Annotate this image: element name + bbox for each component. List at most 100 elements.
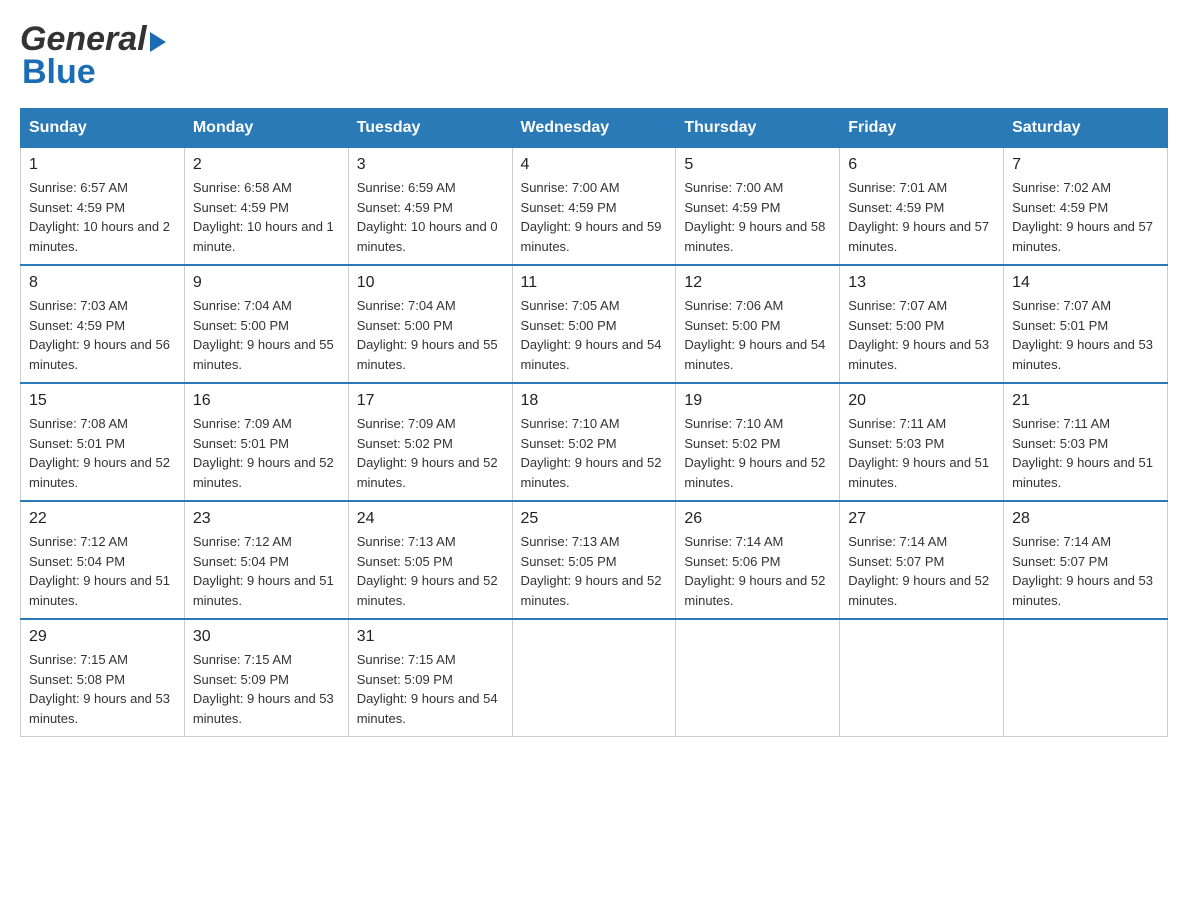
calendar-table: SundayMondayTuesdayWednesdayThursdayFrid… [20,108,1168,737]
calendar-cell: 26 Sunrise: 7:14 AMSunset: 5:06 PMDaylig… [676,501,840,619]
day-info: Sunrise: 7:12 AMSunset: 5:04 PMDaylight:… [193,532,340,610]
day-info: Sunrise: 7:09 AMSunset: 5:02 PMDaylight:… [357,414,504,492]
calendar-cell: 14 Sunrise: 7:07 AMSunset: 5:01 PMDaylig… [1004,265,1168,383]
day-info: Sunrise: 7:15 AMSunset: 5:09 PMDaylight:… [193,650,340,728]
calendar-cell: 2 Sunrise: 6:58 AMSunset: 4:59 PMDayligh… [184,148,348,266]
day-number: 19 [684,392,831,410]
day-info: Sunrise: 7:15 AMSunset: 5:09 PMDaylight:… [357,650,504,728]
day-info: Sunrise: 7:05 AMSunset: 5:00 PMDaylight:… [521,296,668,374]
day-number: 15 [29,392,176,410]
calendar-cell: 9 Sunrise: 7:04 AMSunset: 5:00 PMDayligh… [184,265,348,383]
header-wednesday: Wednesday [512,109,676,148]
calendar-week-row: 29 Sunrise: 7:15 AMSunset: 5:08 PMDaylig… [21,619,1168,737]
day-info: Sunrise: 7:13 AMSunset: 5:05 PMDaylight:… [521,532,668,610]
day-info: Sunrise: 7:09 AMSunset: 5:01 PMDaylight:… [193,414,340,492]
day-number: 26 [684,510,831,528]
day-info: Sunrise: 7:02 AMSunset: 4:59 PMDaylight:… [1012,178,1159,256]
header-monday: Monday [184,109,348,148]
calendar-cell: 13 Sunrise: 7:07 AMSunset: 5:00 PMDaylig… [840,265,1004,383]
calendar-cell [676,619,840,737]
calendar-week-row: 15 Sunrise: 7:08 AMSunset: 5:01 PMDaylig… [21,383,1168,501]
day-info: Sunrise: 6:58 AMSunset: 4:59 PMDaylight:… [193,178,340,256]
calendar-cell: 25 Sunrise: 7:13 AMSunset: 5:05 PMDaylig… [512,501,676,619]
day-number: 5 [684,156,831,174]
day-number: 12 [684,274,831,292]
calendar-cell: 1 Sunrise: 6:57 AMSunset: 4:59 PMDayligh… [21,148,185,266]
day-number: 24 [357,510,504,528]
day-number: 3 [357,156,504,174]
calendar-cell: 23 Sunrise: 7:12 AMSunset: 5:04 PMDaylig… [184,501,348,619]
day-info: Sunrise: 7:12 AMSunset: 5:04 PMDaylight:… [29,532,176,610]
day-number: 29 [29,628,176,646]
calendar-cell: 17 Sunrise: 7:09 AMSunset: 5:02 PMDaylig… [348,383,512,501]
day-info: Sunrise: 7:10 AMSunset: 5:02 PMDaylight:… [521,414,668,492]
calendar-cell: 16 Sunrise: 7:09 AMSunset: 5:01 PMDaylig… [184,383,348,501]
header-sunday: Sunday [21,109,185,148]
day-info: Sunrise: 7:11 AMSunset: 5:03 PMDaylight:… [848,414,995,492]
calendar-cell: 29 Sunrise: 7:15 AMSunset: 5:08 PMDaylig… [21,619,185,737]
day-info: Sunrise: 7:00 AMSunset: 4:59 PMDaylight:… [521,178,668,256]
day-info: Sunrise: 7:15 AMSunset: 5:08 PMDaylight:… [29,650,176,728]
calendar-cell [512,619,676,737]
day-number: 18 [521,392,668,410]
header-friday: Friday [840,109,1004,148]
header-thursday: Thursday [676,109,840,148]
calendar-week-row: 22 Sunrise: 7:12 AMSunset: 5:04 PMDaylig… [21,501,1168,619]
day-info: Sunrise: 6:59 AMSunset: 4:59 PMDaylight:… [357,178,504,256]
calendar-cell: 10 Sunrise: 7:04 AMSunset: 5:00 PMDaylig… [348,265,512,383]
calendar-cell: 15 Sunrise: 7:08 AMSunset: 5:01 PMDaylig… [21,383,185,501]
header-saturday: Saturday [1004,109,1168,148]
day-number: 21 [1012,392,1159,410]
calendar-cell: 30 Sunrise: 7:15 AMSunset: 5:09 PMDaylig… [184,619,348,737]
day-number: 28 [1012,510,1159,528]
calendar-cell: 18 Sunrise: 7:10 AMSunset: 5:02 PMDaylig… [512,383,676,501]
day-info: Sunrise: 7:14 AMSunset: 5:07 PMDaylight:… [848,532,995,610]
logo-arrow-icon [150,32,166,52]
day-number: 10 [357,274,504,292]
day-info: Sunrise: 7:07 AMSunset: 5:01 PMDaylight:… [1012,296,1159,374]
calendar-week-row: 8 Sunrise: 7:03 AMSunset: 4:59 PMDayligh… [21,265,1168,383]
calendar-cell: 8 Sunrise: 7:03 AMSunset: 4:59 PMDayligh… [21,265,185,383]
day-number: 20 [848,392,995,410]
calendar-cell: 27 Sunrise: 7:14 AMSunset: 5:07 PMDaylig… [840,501,1004,619]
day-number: 1 [29,156,176,174]
calendar-cell: 28 Sunrise: 7:14 AMSunset: 5:07 PMDaylig… [1004,501,1168,619]
day-info: Sunrise: 7:03 AMSunset: 4:59 PMDaylight:… [29,296,176,374]
day-number: 14 [1012,274,1159,292]
header-tuesday: Tuesday [348,109,512,148]
calendar-week-row: 1 Sunrise: 6:57 AMSunset: 4:59 PMDayligh… [21,148,1168,266]
day-number: 11 [521,274,668,292]
day-number: 16 [193,392,340,410]
day-info: Sunrise: 7:04 AMSunset: 5:00 PMDaylight:… [357,296,504,374]
logo-blue: Blue [22,53,96,92]
day-number: 4 [521,156,668,174]
calendar-cell: 20 Sunrise: 7:11 AMSunset: 5:03 PMDaylig… [840,383,1004,501]
day-number: 2 [193,156,340,174]
calendar-cell: 22 Sunrise: 7:12 AMSunset: 5:04 PMDaylig… [21,501,185,619]
logo: General Blue [20,20,166,92]
day-info: Sunrise: 7:04 AMSunset: 5:00 PMDaylight:… [193,296,340,374]
calendar-cell [1004,619,1168,737]
day-info: Sunrise: 7:10 AMSunset: 5:02 PMDaylight:… [684,414,831,492]
day-number: 25 [521,510,668,528]
calendar-cell: 7 Sunrise: 7:02 AMSunset: 4:59 PMDayligh… [1004,148,1168,266]
calendar-header-row: SundayMondayTuesdayWednesdayThursdayFrid… [21,109,1168,148]
calendar-cell: 3 Sunrise: 6:59 AMSunset: 4:59 PMDayligh… [348,148,512,266]
calendar-cell: 5 Sunrise: 7:00 AMSunset: 4:59 PMDayligh… [676,148,840,266]
calendar-cell: 6 Sunrise: 7:01 AMSunset: 4:59 PMDayligh… [840,148,1004,266]
day-number: 17 [357,392,504,410]
day-info: Sunrise: 7:00 AMSunset: 4:59 PMDaylight:… [684,178,831,256]
day-number: 13 [848,274,995,292]
calendar-cell: 12 Sunrise: 7:06 AMSunset: 5:00 PMDaylig… [676,265,840,383]
day-info: Sunrise: 6:57 AMSunset: 4:59 PMDaylight:… [29,178,176,256]
page-header: General Blue [20,20,1168,92]
calendar-cell: 19 Sunrise: 7:10 AMSunset: 5:02 PMDaylig… [676,383,840,501]
day-info: Sunrise: 7:07 AMSunset: 5:00 PMDaylight:… [848,296,995,374]
day-info: Sunrise: 7:11 AMSunset: 5:03 PMDaylight:… [1012,414,1159,492]
day-number: 27 [848,510,995,528]
calendar-cell: 31 Sunrise: 7:15 AMSunset: 5:09 PMDaylig… [348,619,512,737]
calendar-cell: 24 Sunrise: 7:13 AMSunset: 5:05 PMDaylig… [348,501,512,619]
day-number: 9 [193,274,340,292]
day-info: Sunrise: 7:01 AMSunset: 4:59 PMDaylight:… [848,178,995,256]
calendar-cell: 21 Sunrise: 7:11 AMSunset: 5:03 PMDaylig… [1004,383,1168,501]
